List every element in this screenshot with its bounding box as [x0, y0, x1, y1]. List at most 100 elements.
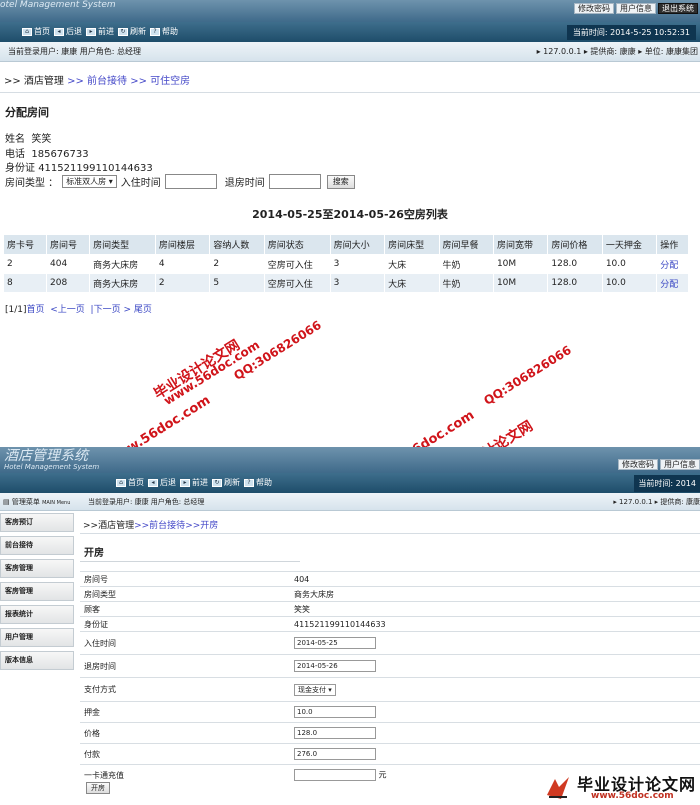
form-row-room-no: 房间号 404: [80, 571, 700, 587]
col-status: 房间状态: [263, 234, 331, 255]
nav-refresh-button[interactable]: ↻ 刷新: [212, 477, 240, 488]
change-password-link[interactable]: 修改密码: [574, 3, 614, 14]
user-info-bar: 当前登录用户: 康康 用户角色: 总经理 ▸ 127.0.0.1 ▸ 提供商: …: [0, 42, 700, 62]
room-assignment-screen: otel Management System 修改密码 用户信息 退出系统 ⌂ 首…: [0, 0, 700, 405]
back-icon: ◂: [148, 478, 158, 487]
sidebar-item-version-info[interactable]: 版本信息: [0, 651, 74, 670]
form-row-room-type: 房间类型 商务大床房: [80, 586, 700, 602]
room-type-value: 商务大床房: [290, 586, 700, 602]
help-icon: ?: [150, 27, 160, 36]
last-page-link[interactable]: > 尾页: [123, 305, 151, 315]
col-room-type: 房间类型: [89, 234, 156, 255]
form-row-payment: 支付方式 现金支付 ▾: [80, 677, 700, 702]
assign-room-link[interactable]: 分配: [660, 261, 678, 271]
checkin-date-input[interactable]: [164, 174, 217, 189]
nav-help-button[interactable]: ? 帮助: [244, 477, 272, 488]
first-page-link[interactable]: 首页: [27, 305, 45, 315]
nav-home-button[interactable]: ⌂ 首页: [116, 477, 144, 488]
breadcrumb-hotel-management[interactable]: >> 酒店管理: [4, 76, 67, 87]
guest-name: 笑笑: [31, 134, 52, 145]
open-room-screen: 酒店管理系统 Hotel Management System 修改密码 用户信息…: [0, 447, 700, 805]
sidebar-item-front-desk[interactable]: 前台接待: [0, 536, 74, 555]
next-page-link[interactable]: |下一页: [91, 305, 121, 315]
app-logo-subtitle: otel Management System: [0, 0, 116, 10]
guest-phone-row: 电话 185676733: [5, 149, 89, 160]
refresh-icon: ↻: [212, 478, 222, 487]
divider: [80, 533, 700, 534]
provider-info: ▸ 127.0.0.1 ▸ 提供商: 康康: [613, 498, 700, 506]
deposit-input[interactable]: 10.0: [294, 706, 376, 718]
col-broadband: 房间宽带: [492, 234, 549, 255]
logout-link[interactable]: 退出系统: [658, 3, 698, 14]
col-card-no: 房卡号: [2, 234, 48, 255]
open-room-button[interactable]: 开房: [86, 782, 110, 794]
form-row-guest: 顾客 笑笑: [80, 601, 700, 617]
sidebar-item-room-management[interactable]: 客房管理: [0, 559, 74, 578]
room-list-title: 2014-05-25至2014-05-26空房列表: [252, 208, 448, 221]
back-icon: ◂: [54, 27, 64, 36]
nav-back-button[interactable]: ◂ 后退: [148, 477, 176, 488]
logo-mark-icon: [547, 777, 569, 799]
search-button[interactable]: 搜索: [326, 174, 355, 189]
sidebar-item-reports[interactable]: 报表统计: [0, 605, 74, 624]
nav-forward-button[interactable]: ▸ 前进: [86, 26, 114, 37]
payment-method-select[interactable]: 现金支付 ▾: [294, 683, 336, 696]
breadcrumb-open-room[interactable]: >>开房: [185, 521, 218, 531]
user-info-link[interactable]: 用户信息: [616, 3, 656, 14]
col-bed: 房间床型: [384, 234, 440, 255]
breadcrumb-hotel-management[interactable]: >>酒店管理: [83, 521, 134, 531]
sidebar-menu: 客房预订 前台接待 客房管理 客房管理 报表统计 用户管理 版本信息: [0, 513, 76, 805]
nav-home-button[interactable]: ⌂ 首页: [22, 26, 50, 37]
breadcrumb-front-desk[interactable]: >>前台接待: [134, 521, 185, 531]
form-row-price: 价格 128.0: [80, 722, 700, 744]
form-row-checkin: 入住时间 2014-05-25: [80, 631, 700, 655]
breadcrumb: >>酒店管理>>前台接待>>开房: [83, 518, 218, 531]
help-icon: ?: [244, 478, 254, 487]
breadcrumb-front-desk[interactable]: >> 前台接待: [67, 76, 130, 87]
guest-id: 411521199110144633: [38, 163, 153, 174]
sidebar-item-guest-management[interactable]: 客房管理: [0, 582, 74, 601]
user-info-link[interactable]: 用户信息: [660, 459, 700, 470]
card-topup-input[interactable]: [294, 769, 376, 782]
breadcrumb-available-rooms[interactable]: >> 可住空房: [130, 76, 190, 87]
provider-info: ▸ 127.0.0.1 ▸ 提供商: 康康 ▸ 单位: 康康集团: [536, 47, 698, 56]
breadcrumb: >> 酒店管理 >> 前台接待 >> 可住空房: [4, 72, 190, 87]
col-action: 操作: [656, 234, 689, 255]
header-links: 修改密码 用户信息: [618, 459, 700, 470]
checkin-date-input[interactable]: 2014-05-25: [294, 637, 376, 649]
prev-page-link[interactable]: <上一页: [50, 305, 85, 315]
sidebar-item-room-booking[interactable]: 客房预订: [0, 513, 74, 532]
sidebar-item-user-management[interactable]: 用户管理: [0, 628, 74, 647]
page-title: 开房: [84, 548, 104, 559]
nav-help-button[interactable]: ? 帮助: [150, 26, 178, 37]
forward-icon: ▸: [86, 27, 96, 36]
watermark-logo: 毕业设计论文网 www.56doc.com: [537, 769, 700, 805]
nav-back-button[interactable]: ◂ 后退: [54, 26, 82, 37]
checkout-date-input[interactable]: [268, 174, 321, 189]
nav-toolbar: ⌂ 首页 ◂ 后退 ▸ 前进 ↻ 刷新 ? 帮助 当前时间: 2014: [0, 473, 700, 493]
col-capacity: 容纳人数: [209, 234, 265, 255]
menu-icon: ▤: [3, 498, 10, 506]
col-deposit: 一天押金: [601, 234, 658, 255]
pagination: [1/1]首页 <上一页 |下一页 > 尾页: [5, 302, 152, 315]
payment-amount-input[interactable]: 276.0: [294, 748, 376, 760]
room-list-table: 房卡号 房间号 房间类型 房间楼层 容纳人数 房间状态 房间大小 房间床型 房间…: [2, 234, 689, 293]
home-icon: ⌂: [116, 478, 126, 487]
form-row-checkout: 退房时间 2014-05-26: [80, 654, 700, 678]
nav-toolbar: ⌂ 首页 ◂ 后退 ▸ 前进 ↻ 刷新 ? 帮助 当前时间: 2014-5-25 10:5…: [0, 22, 700, 42]
page-title: 分配房间: [5, 106, 49, 119]
nav-refresh-button[interactable]: ↻ 刷新: [118, 26, 146, 37]
col-room-no: 房间号: [46, 234, 91, 255]
app-logo-subtitle: Hotel Management System: [4, 463, 100, 471]
price-input[interactable]: 128.0: [294, 727, 376, 739]
room-no-value: 404: [290, 571, 700, 587]
assign-room-link[interactable]: 分配: [660, 280, 678, 290]
nav-forward-button[interactable]: ▸ 前进: [180, 477, 208, 488]
forward-icon: ▸: [180, 478, 190, 487]
change-password-link[interactable]: 修改密码: [618, 459, 658, 470]
room-type-select[interactable]: 标准双人房 ▾: [62, 175, 117, 188]
checkout-date-input[interactable]: 2014-05-26: [294, 660, 376, 672]
user-info-bar: ▤ 管理菜单 MAIN Menu 当前登录用户: 康康 用户角色: 总经理 ▸ …: [0, 493, 700, 511]
col-floor: 房间楼层: [154, 234, 211, 255]
col-size: 房间大小: [329, 234, 386, 255]
